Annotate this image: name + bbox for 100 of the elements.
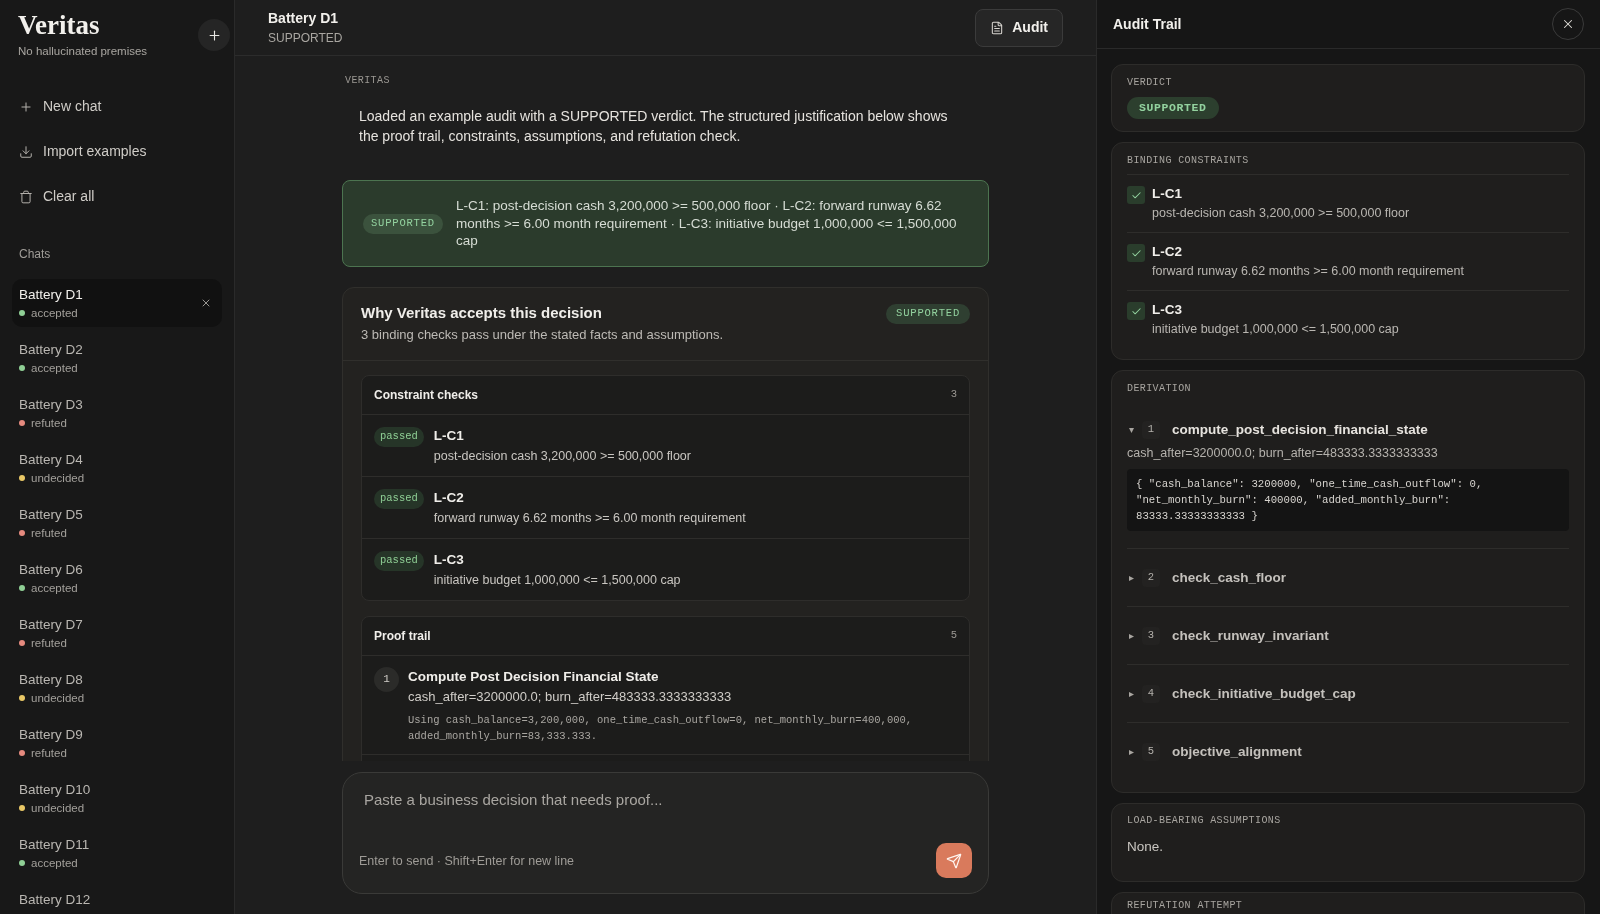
chat-status: refuted [31,526,67,541]
chat-verdict: SUPPORTED [268,30,343,46]
assumptions-text: None. [1127,838,1165,856]
chat-item[interactable]: Battery D5 refuted [12,499,222,547]
step-number: 2 [1142,569,1160,587]
clear-all-action[interactable]: Clear all [0,174,234,219]
chat-status: undecided [31,801,85,816]
verdict-badge: SUPPORTED [886,304,970,325]
chat-name: Battery D10 [19,781,91,799]
chat-item[interactable]: Battery D2 accepted [12,334,222,382]
step-number: 3 [1142,627,1160,645]
chat-name: Battery D2 [19,341,83,359]
plus-icon [206,27,222,43]
section-title: Constraint checks [374,387,479,404]
constraint-id: L-C2 [1152,243,1183,261]
new-chat-action[interactable]: New chat [0,84,234,129]
constraint-text: initiative budget 1,000,000 <= 1,500,000 cap [433,572,681,590]
chat-status: undecided [31,471,85,486]
chat-status: refuted [31,416,67,431]
step-detail: Using cash_balance=3,200,000, one_time_cash_outflow=0, net_monthly_burn=400,000, added_monthly_burn=83,333.333. [408,713,914,745]
trash-icon [19,189,33,204]
derivation-step[interactable]: 2 check_cash_floor [1127,567,1569,589]
chat-item[interactable]: Battery D3 refuted [12,389,222,437]
chat-item[interactable]: Battery D6 accepted [12,554,222,602]
chats-heading: Chats [18,246,52,262]
chat-status: accepted [31,361,78,376]
card-subtitle: 3 binding checks pass under the stated facts and assumptions. [361,326,724,345]
step-code: { "cash_balance": 3200000, "one_time_cash_outflow": 0, "net_monthly_burn": 400000, "added_monthly_burn": 83333.33333333333 } [1127,469,1569,531]
audit-button[interactable]: Audit [975,8,1063,47]
chat-item[interactable]: Battery D1 accepted [12,279,222,327]
constraint-text: forward runway 6.62 months >= 6.00 month requirement [1152,263,1464,280]
section-label: REFUTATION ATTEMPT [1127,900,1244,912]
chat-name: Battery D1 [19,286,83,304]
close-icon [1561,17,1575,31]
chat-item[interactable]: Battery D8 undecided [12,664,222,712]
constraint-id: L-C3 [1152,301,1183,319]
send-icon [946,852,962,869]
section-count: 3 [950,387,957,403]
step-number: 4 [1142,685,1160,703]
chat-status: refuted [31,746,67,761]
chat-item[interactable]: Battery D9 refuted [12,719,222,767]
chat-status: accepted [31,581,78,596]
chat-item[interactable]: Battery D10 undecided [12,774,222,822]
status-badge: passed [374,551,424,572]
import-examples-action[interactable]: Import examples [0,129,234,174]
constraint-text: initiative budget 1,000,000 <= 1,500,000 cap [1152,321,1399,338]
chat-name: Battery D4 [19,451,84,469]
constraint-text: forward runway 6.62 months >= 6.00 month requirement [433,510,746,528]
section-label: BINDING CONSTRAINTS [1127,155,1250,167]
document-icon [990,20,1005,35]
section-label: DERIVATION [1127,383,1192,395]
chat-status: refuted [31,636,67,651]
chat-item[interactable]: Battery D12 [12,884,222,914]
chat-status: undecided [31,691,85,706]
input-hint: Enter to send · Shift+Enter for new line [359,852,575,869]
constraint-id: L-C1 [433,427,465,446]
verdict-badge: SUPPORTED [363,213,443,234]
derivation-step[interactable]: 5 objective_alignment [1127,741,1569,763]
derivation-step[interactable]: 1 compute_post_decision_financial_state [1127,419,1569,441]
constraint-text: post-decision cash 3,200,000 >= 500,000 floor [433,448,691,466]
card-title: Why Veritas accepts this decision [361,303,603,324]
step-result: cash_after=3200000.0; burn_after=483333.3333333333 [408,688,733,707]
panel-title: Audit Trail [1113,15,1182,33]
chat-item[interactable]: Battery D4 undecided [12,444,222,492]
status-badge: passed [374,489,424,510]
chat-name: Battery D6 [19,561,83,579]
section-count: 5 [950,628,957,644]
verdict-summary: L-C1: post-decision cash 3,200,000 >= 500,000 floor · L-C2: forward runway 6.62 months >= 6.00 month requirement · L-C3: initiative budget 1,000,000 <= 1,500,000 cap [455,197,958,251]
chat-item[interactable]: Battery D7 refuted [12,609,222,657]
chat-name: Battery D3 [19,396,83,414]
plus-icon [19,99,33,114]
download-icon [19,144,33,159]
constraint-text: post-decision cash 3,200,000 >= 500,000 floor [1152,205,1410,222]
chat-item[interactable]: Battery D11 accepted [12,829,222,877]
step-number: 1 [1142,421,1160,439]
section-label: LOAD-BEARING ASSUMPTIONS [1127,815,1282,827]
derivation-step[interactable]: 4 check_initiative_budget_cap [1127,683,1569,705]
constraint-id: L-C2 [433,489,465,508]
step-title: Compute Post Decision Financial State [408,668,660,687]
chat-name: Battery D5 [19,506,83,524]
app-logo: Veritas [18,9,101,41]
chat-status: accepted [31,306,78,321]
app-tagline: No hallucinated premises [18,44,148,59]
chat-name: Battery D9 [19,726,83,744]
chat-title: Battery D1 [268,9,340,27]
message-input[interactable]: Paste a business decision that needs proof... [343,773,988,829]
chat-name: Battery D8 [19,671,84,689]
step-number: 5 [1142,743,1160,761]
message-author: VERITAS [344,74,391,88]
chat-name: Battery D11 [19,836,90,854]
chat-name: Battery D12 [19,891,91,909]
verdict-badge: SUPPORTED [1127,97,1219,119]
composer-box[interactable]: Paste a business decision that needs proof... Enter to send · Shift+Enter for new line [342,772,989,894]
section-label: VERDICT [1127,77,1172,89]
send-button[interactable] [936,843,972,878]
step-result: cash_after=3200000.0; burn_after=483333.3333333333 [1127,445,1439,462]
derivation-step[interactable]: 3 check_runway_invariant [1127,625,1569,647]
close-icon[interactable] [200,297,212,309]
step-number: 1 [374,667,399,693]
constraint-id: L-C1 [1152,185,1183,203]
